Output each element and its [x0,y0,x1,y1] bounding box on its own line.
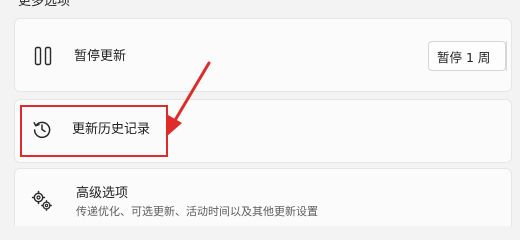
windows-update-page: 更多选项 暂停更新 暂停 1 周 更新历史记录 高级选项 传递优化、可选更新、活… [0,0,520,226]
annotation-arrow-icon [166,61,211,137]
